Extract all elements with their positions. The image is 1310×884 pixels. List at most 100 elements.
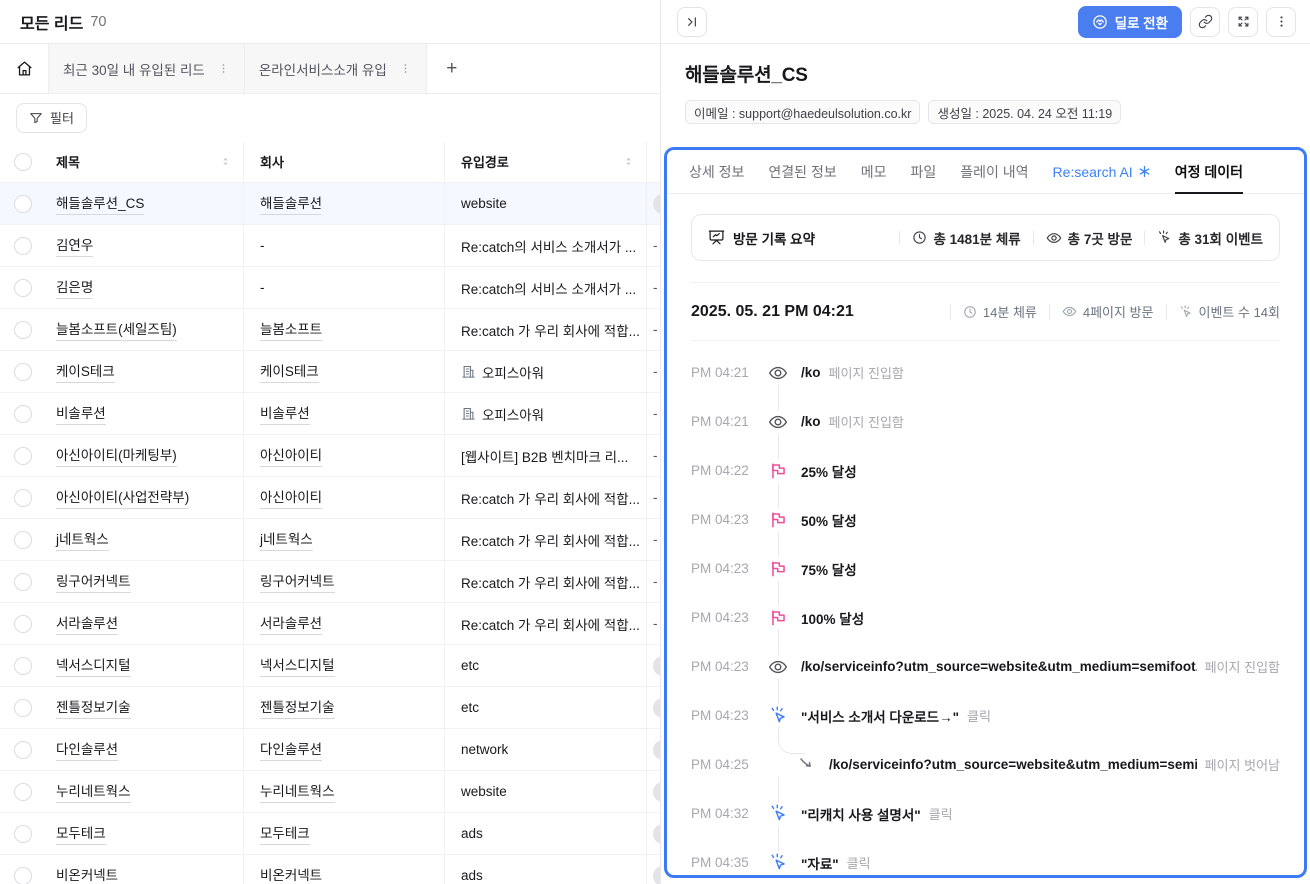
- event-label[interactable]: /ko/serviceinfo?utm_source=website&utm_m…: [801, 659, 1197, 674]
- event-label[interactable]: 100% 달성: [801, 608, 864, 628]
- company-link[interactable]: 누리네트웍스: [260, 780, 335, 803]
- table-row[interactable]: 서라솔루션 서라솔루션 Re:catch 가 우리 회사에 적합...: [0, 603, 660, 645]
- detail-tab[interactable]: 연결된 정보: [768, 150, 836, 193]
- detail-tab[interactable]: 상세 정보: [689, 150, 744, 193]
- detail-tab[interactable]: 플레이 내역: [960, 150, 1028, 193]
- event-label[interactable]: 25% 달성: [801, 461, 857, 481]
- select-all-checkbox[interactable]: [14, 153, 32, 171]
- home-view-tab[interactable]: [0, 44, 48, 93]
- event-label[interactable]: 50% 달성: [801, 510, 857, 530]
- row-checkbox[interactable]: [14, 867, 32, 884]
- detail-tab[interactable]: 메모: [861, 150, 887, 193]
- row-checkbox[interactable]: [14, 447, 32, 465]
- lead-title-link[interactable]: 김연우: [56, 234, 93, 257]
- detail-tab[interactable]: 여정 데이터: [1175, 150, 1243, 193]
- lead-title-link[interactable]: 비솔루션: [56, 402, 106, 425]
- table-row[interactable]: 해들솔루션_CS 해들솔루션 website: [0, 183, 660, 225]
- view-tab-menu-icon[interactable]: [217, 62, 230, 75]
- lead-title-link[interactable]: 케이S테크: [56, 360, 115, 383]
- company-link[interactable]: 비솔루션: [260, 402, 310, 425]
- lead-title-link[interactable]: 누리네트웍스: [56, 780, 131, 803]
- row-checkbox[interactable]: [14, 279, 32, 297]
- row-checkbox[interactable]: [14, 615, 32, 633]
- lead-title-link[interactable]: 젠틀정보기술: [56, 696, 131, 719]
- row-checkbox[interactable]: [14, 573, 32, 591]
- table-row[interactable]: 김은명 - Re:catch의 서비스 소개서가 ... -: [0, 267, 660, 309]
- row-checkbox[interactable]: [14, 363, 32, 381]
- row-checkbox[interactable]: [14, 489, 32, 507]
- row-checkbox[interactable]: [14, 825, 32, 843]
- event-label[interactable]: "서비스 소개서 다운로드→": [801, 706, 959, 726]
- table-row[interactable]: j네트웍스 j네트웍스 Re:catch 가 우리 회사에 적합...: [0, 519, 660, 561]
- company-link[interactable]: 넥서스디지털: [260, 654, 335, 677]
- company-link[interactable]: 서라솔루션: [260, 612, 322, 635]
- detail-tab[interactable]: Re:search AI: [1053, 150, 1151, 193]
- table-row[interactable]: 비솔루션 비솔루션: [0, 393, 660, 435]
- row-checkbox[interactable]: [14, 741, 32, 759]
- company-link[interactable]: 늘봄소프트: [260, 318, 322, 341]
- lead-title-link[interactable]: 넥서스디지털: [56, 654, 131, 677]
- table-row[interactable]: 젠틀정보기술 젠틀정보기술 etc: [0, 687, 660, 729]
- lead-title-link[interactable]: 늘봄소프트(세일즈팀): [56, 318, 177, 341]
- lead-title-link[interactable]: 아신아이티(마케팅부): [56, 444, 177, 467]
- table-row[interactable]: 케이S테크 케이S테크: [0, 351, 660, 393]
- expand-button[interactable]: [1228, 7, 1258, 37]
- table-row[interactable]: 링구어커넥트 링구어커넥트 Re:catch 가 우리 회사에 적합...: [0, 561, 660, 603]
- event-label[interactable]: /ko/serviceinfo?utm_source=website&utm_m…: [829, 757, 1197, 772]
- select-all-area[interactable]: [0, 141, 40, 182]
- view-tab-menu-icon[interactable]: [399, 62, 412, 75]
- row-checkbox[interactable]: [14, 699, 32, 717]
- company-link[interactable]: j네트웍스: [260, 528, 313, 551]
- lead-title-link[interactable]: 김은명: [56, 276, 93, 299]
- lead-title-link[interactable]: 링구어커넥트: [56, 570, 131, 593]
- table-row[interactable]: 아신아이티(사업전략부) 아신아이티 Re:catch 가 우리 회사에 적합.…: [0, 477, 660, 519]
- row-checkbox[interactable]: [14, 657, 32, 675]
- row-checkbox[interactable]: [14, 531, 32, 549]
- column-header-company[interactable]: 회사: [244, 141, 445, 182]
- lead-title-link[interactable]: 비온커넥트: [56, 864, 118, 884]
- event-label[interactable]: /ko: [801, 365, 821, 380]
- company-link[interactable]: 젠틀정보기술: [260, 696, 335, 719]
- event-label[interactable]: "리캐치 사용 설명서": [801, 804, 921, 824]
- company-link[interactable]: 비온커넥트: [260, 864, 322, 884]
- lead-title-link[interactable]: 다인솔루션: [56, 738, 118, 761]
- add-view-button[interactable]: +: [427, 44, 477, 93]
- saved-view-tab[interactable]: 온라인서비스소개 유입: [245, 44, 427, 93]
- company-link[interactable]: 케이S테크: [260, 360, 319, 383]
- more-actions-button[interactable]: [1266, 7, 1296, 37]
- company-link[interactable]: 아신아이티: [260, 444, 322, 467]
- column-header-channel[interactable]: 유입경로: [445, 141, 647, 182]
- copy-link-button[interactable]: [1190, 7, 1220, 37]
- row-checkbox[interactable]: [14, 321, 32, 339]
- detail-tab[interactable]: 파일: [910, 150, 936, 193]
- lead-title-link[interactable]: 모두테크: [56, 822, 106, 845]
- convert-to-deal-button[interactable]: 딜로 전환: [1078, 6, 1182, 38]
- sort-icon[interactable]: [623, 156, 634, 167]
- table-row[interactable]: 비온커넥트 비온커넥트 ads: [0, 855, 660, 884]
- event-label[interactable]: /ko: [801, 414, 821, 429]
- collapse-panel-button[interactable]: [677, 7, 707, 37]
- row-checkbox[interactable]: [14, 237, 32, 255]
- company-link[interactable]: 아신아이티: [260, 486, 322, 509]
- lead-title-link[interactable]: 해들솔루션_CS: [56, 192, 144, 215]
- row-checkbox[interactable]: [14, 195, 32, 213]
- event-label[interactable]: 75% 달성: [801, 559, 857, 579]
- table-row[interactable]: 다인솔루션 다인솔루션 network: [0, 729, 660, 771]
- row-checkbox[interactable]: [14, 783, 32, 801]
- lead-title-link[interactable]: 서라솔루션: [56, 612, 118, 635]
- event-label[interactable]: "자료": [801, 853, 839, 873]
- table-row[interactable]: 모두테크 모두테크 ads: [0, 813, 660, 855]
- company-link[interactable]: 해들솔루션: [260, 192, 322, 215]
- table-row[interactable]: 누리네트웍스 누리네트웍스 website: [0, 771, 660, 813]
- company-link[interactable]: 다인솔루션: [260, 738, 322, 761]
- table-row[interactable]: 김연우 - Re:catch의 서비스 소개서가 ... -: [0, 225, 660, 267]
- filter-button[interactable]: 필터: [16, 103, 87, 133]
- table-row[interactable]: 아신아이티(마케팅부) 아신아이티 [웹사이트] B2B 벤치마크 리...: [0, 435, 660, 477]
- company-link[interactable]: 링구어커넥트: [260, 570, 335, 593]
- saved-view-tab[interactable]: 최근 30일 내 유입된 리드: [48, 44, 245, 93]
- sort-icon[interactable]: [220, 156, 231, 167]
- table-row[interactable]: 늘봄소프트(세일즈팀) 늘봄소프트 Re:catch 가 우리 회사에 적합..…: [0, 309, 660, 351]
- lead-title-link[interactable]: j네트웍스: [56, 528, 109, 551]
- row-checkbox[interactable]: [14, 405, 32, 423]
- column-header-title[interactable]: 제목: [40, 141, 244, 182]
